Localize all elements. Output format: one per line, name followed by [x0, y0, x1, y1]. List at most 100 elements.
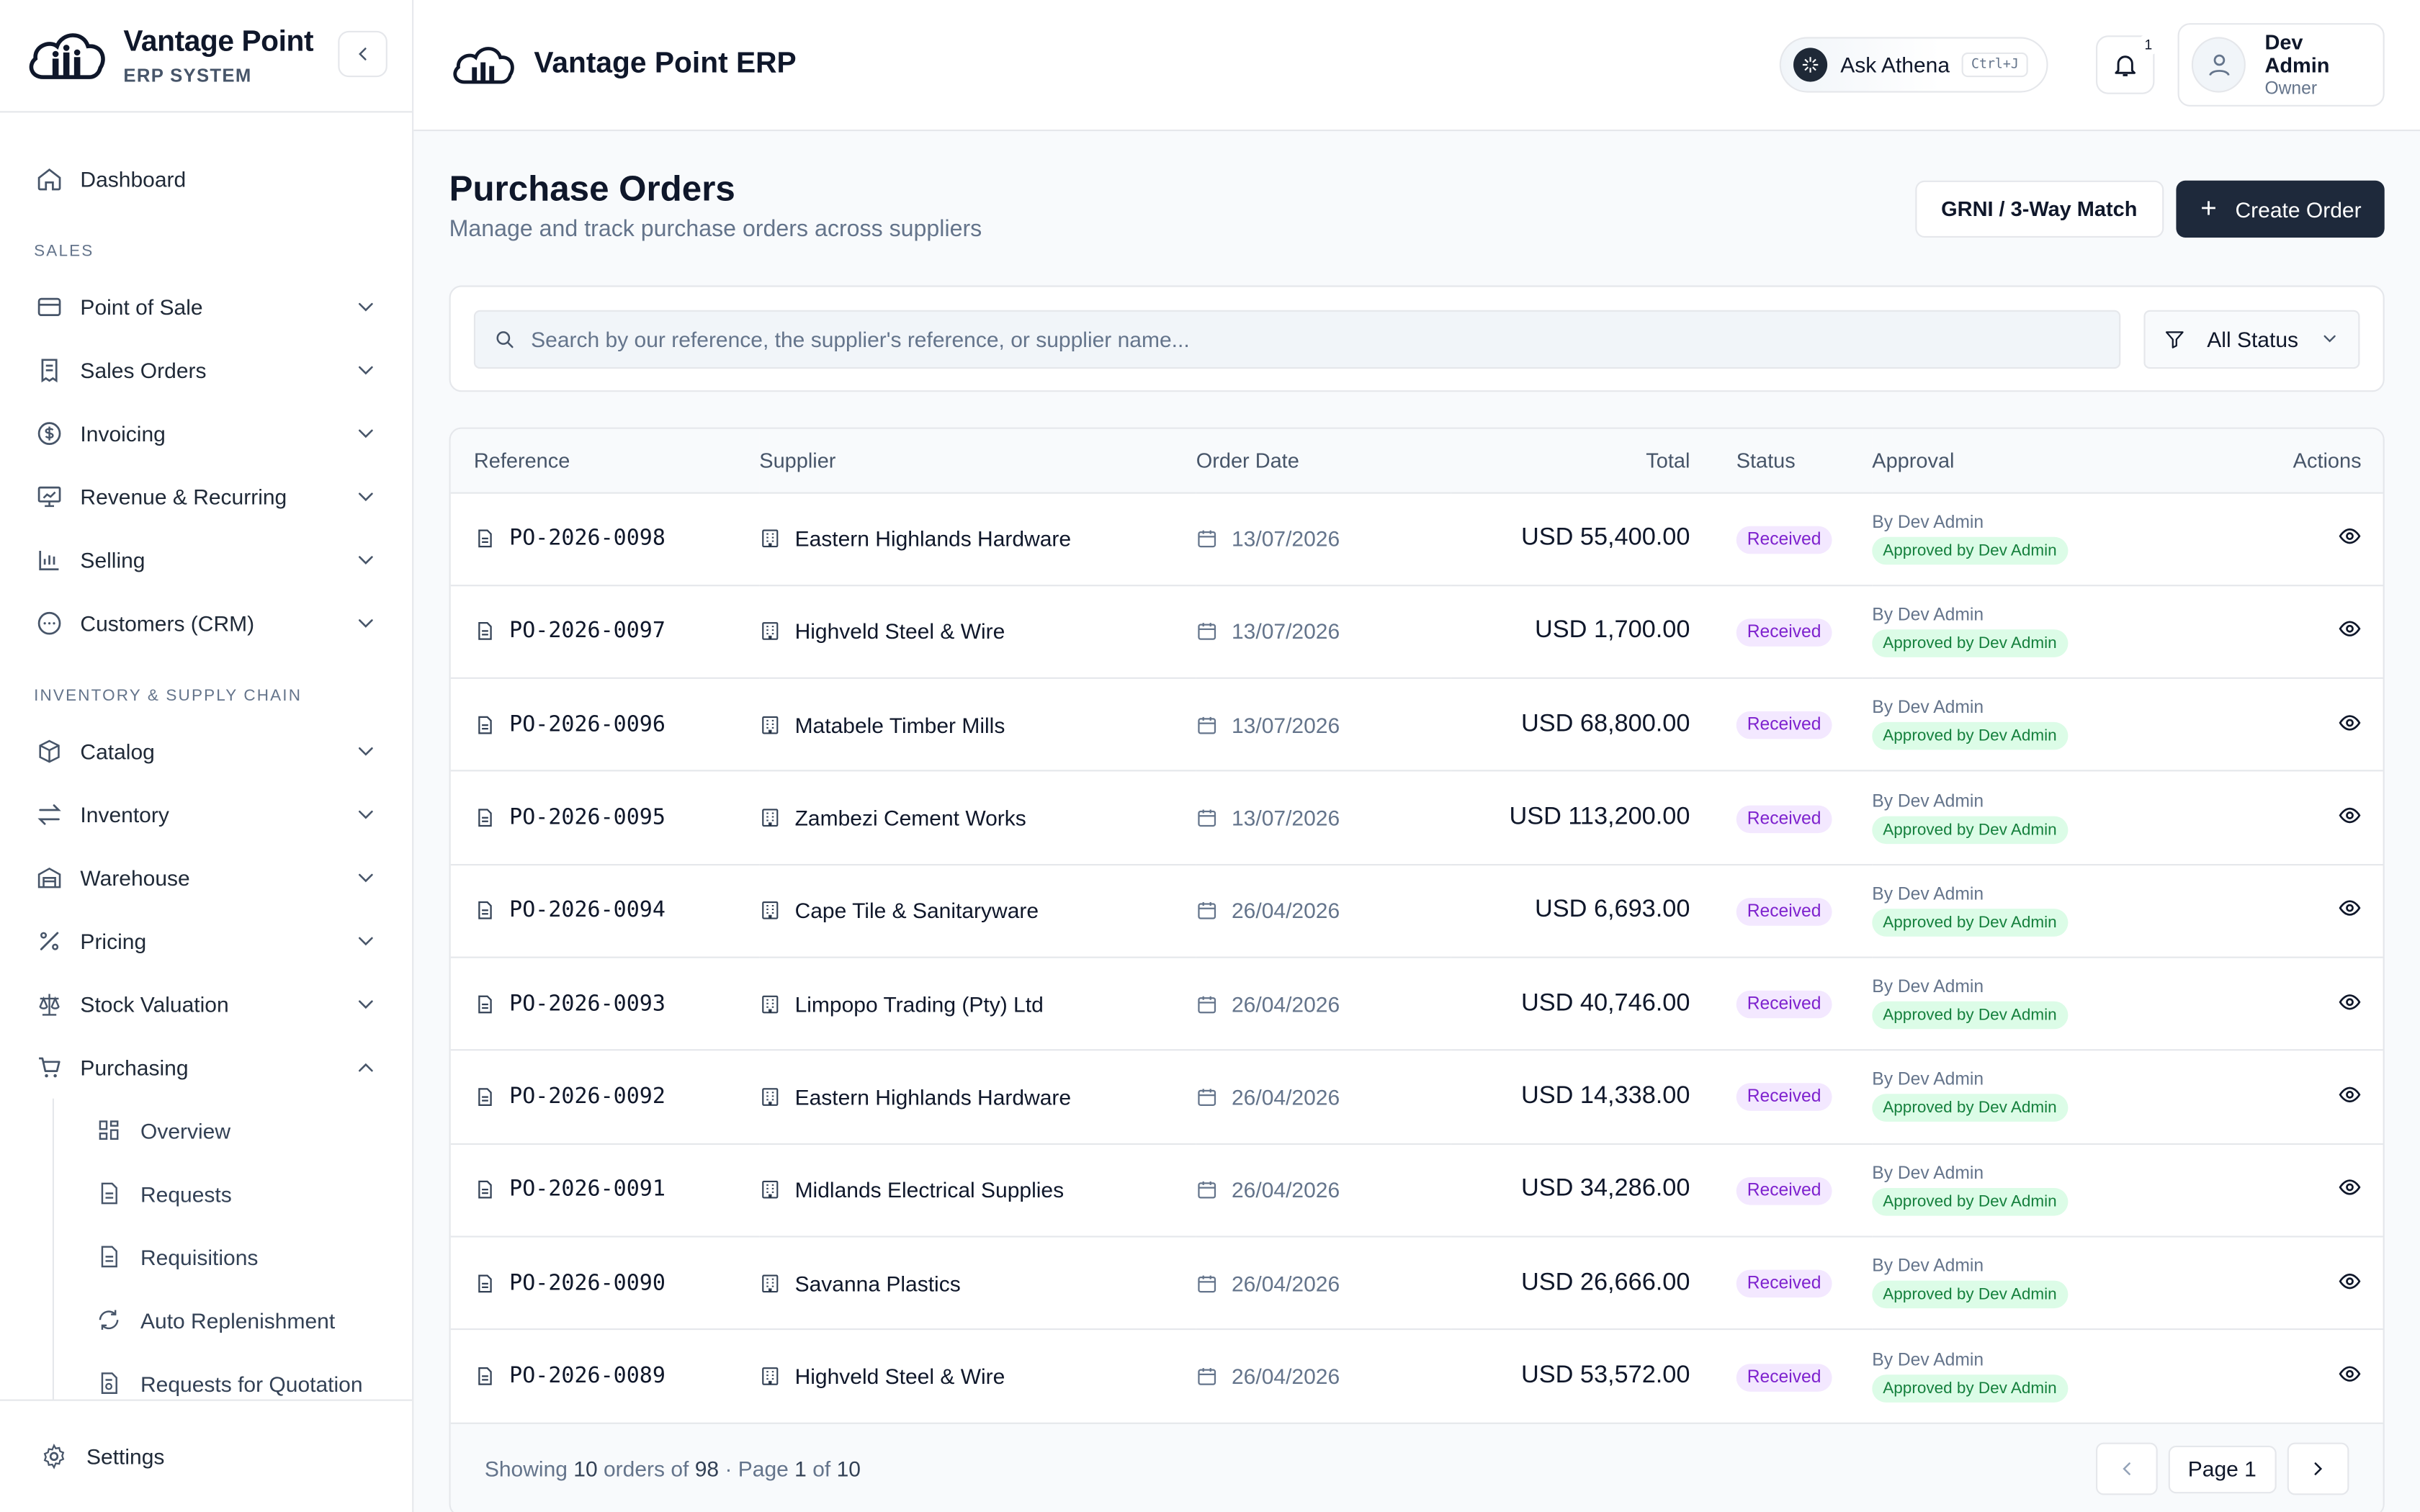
document-icon [96, 1179, 124, 1207]
next-page-button[interactable] [2287, 1443, 2349, 1496]
approval-requested-by: By Dev Admin [1872, 606, 1984, 625]
column-header-status[interactable]: Status [1690, 428, 1873, 493]
grni-match-button[interactable]: GRNI / 3-Way Match [1914, 180, 2164, 238]
cell-reference: PO-2026-0089 [451, 1329, 760, 1422]
column-header-order-date[interactable]: Order Date [1196, 428, 1451, 493]
sidebar-item-dashboard[interactable]: Dashboard [0, 147, 412, 210]
po-reference[interactable]: PO-2026-0092 [509, 1084, 666, 1109]
cell-total: USD 53,572.00 [1451, 1329, 1690, 1422]
table-header-row: Reference Supplier Order Date Total Stat… [450, 428, 2383, 493]
table-row[interactable]: PO-2026-0097 Highveld Steel & Wire 13/07/2… [450, 585, 2383, 680]
po-reference[interactable]: PO-2026-0098 [509, 526, 666, 551]
view-eye-icon[interactable] [2338, 804, 2361, 827]
po-reference[interactable]: PO-2026-0097 [509, 619, 666, 644]
view-eye-icon[interactable] [2338, 990, 2361, 1013]
sidebar-item-warehouse[interactable]: Warehouse [0, 845, 412, 909]
po-reference[interactable]: PO-2026-0089 [509, 1364, 666, 1388]
view-eye-icon[interactable] [2338, 618, 2361, 641]
search-box[interactable] [473, 309, 2121, 369]
shortcut-hint: Ctrl+J [1962, 52, 2028, 78]
table-row[interactable]: PO-2026-0092 Eastern Highlands Hardware 26… [450, 1050, 2383, 1145]
building-icon [759, 1086, 781, 1107]
percent-icon [34, 925, 65, 956]
cell-status: Received [1690, 1236, 1873, 1331]
sidebar-item-point-of-sale[interactable]: Point of Sale [0, 274, 412, 338]
sidebar-item-settings[interactable]: Settings [0, 1399, 413, 1512]
page-header: Purchase Orders Manage and track purchas… [449, 131, 2385, 285]
sidebar-item-catalog[interactable]: Catalog [0, 719, 412, 783]
previous-page-button[interactable] [2095, 1443, 2157, 1496]
table-row[interactable]: PO-2026-0091 Midlands Electrical Supplies… [450, 1143, 2383, 1238]
chat-bubble-icon [34, 607, 65, 638]
order-total: USD 14,338.00 [1520, 1083, 1690, 1110]
sidebar-item-sales-orders[interactable]: Sales Orders [0, 338, 412, 401]
cell-order-date: 26/04/2026 [1196, 864, 1451, 958]
po-reference[interactable]: PO-2026-0090 [509, 1271, 666, 1295]
view-eye-icon[interactable] [2338, 1176, 2361, 1199]
collapse-sidebar-button[interactable] [338, 30, 387, 78]
view-eye-icon[interactable] [2338, 1083, 2361, 1106]
table-row[interactable]: PO-2026-0094 Cape Tile & Sanitaryware 26/0… [450, 864, 2383, 958]
column-header-supplier[interactable]: Supplier [759, 428, 1196, 493]
section-label-sales: SALES [34, 242, 94, 261]
sidebar-item-label: Sales Orders [80, 357, 207, 382]
cell-status: Received [1690, 585, 1873, 680]
table-row[interactable]: PO-2026-0093 Limpopo Trading (Pty) Ltd 26/… [450, 957, 2383, 1051]
status-filter-select[interactable]: All Status [2143, 309, 2360, 369]
create-order-button[interactable]: + Create Order [2175, 180, 2385, 238]
view-eye-icon[interactable] [2338, 1362, 2361, 1385]
table-row[interactable]: PO-2026-0096 Matabele Timber Mills 13/07/2… [450, 678, 2383, 773]
ask-athena-button[interactable]: Ask Athena Ctrl+J [1780, 37, 2048, 93]
search-input[interactable] [531, 326, 2101, 351]
cell-order-date: 26/04/2026 [1196, 1329, 1451, 1422]
sidebar-subitem-requests[interactable]: Requests [54, 1162, 412, 1225]
shown-count: 10 [573, 1457, 598, 1482]
sidebar-item-stock-valuation[interactable]: Stock Valuation [0, 972, 412, 1035]
chevron-up-icon [358, 1062, 373, 1071]
cell-order-date: 13/07/2026 [1196, 492, 1451, 586]
view-eye-icon[interactable] [2338, 525, 2361, 548]
po-reference[interactable]: PO-2026-0093 [509, 991, 666, 1016]
view-eye-icon[interactable] [2338, 711, 2361, 734]
table-row[interactable]: PO-2026-0098 Eastern Highlands Hardware 13… [450, 492, 2383, 586]
sidebar-item-inventory[interactable]: Inventory [0, 782, 412, 845]
order-total: USD 34,286.00 [1520, 1176, 1690, 1202]
notifications-button[interactable]: 1 [2096, 34, 2159, 94]
document-icon [474, 993, 496, 1014]
sidebar-item-label: Pricing [80, 927, 147, 953]
table-row[interactable]: PO-2026-0089 Highveld Steel & Wire 26/04/2… [451, 1329, 2383, 1422]
order-date: 26/04/2026 [1232, 1270, 1340, 1295]
sidebar-item-purchasing[interactable]: Purchasing [0, 1035, 412, 1099]
sidebar-item-customers-crm[interactable]: Customers (CRM) [0, 591, 412, 654]
approval-requested-by: By Dev Admin [1872, 978, 1984, 997]
column-header-reference[interactable]: Reference [450, 428, 760, 493]
order-total: USD 55,400.00 [1520, 524, 1690, 552]
sidebar-item-selling[interactable]: Selling [0, 528, 412, 591]
po-reference[interactable]: PO-2026-0095 [509, 806, 666, 830]
sidebar-item-pricing[interactable]: Pricing [0, 909, 412, 972]
user-menu[interactable]: Dev Admin Owner [2177, 23, 2385, 107]
po-reference[interactable]: PO-2026-0096 [509, 712, 666, 737]
po-reference[interactable]: PO-2026-0091 [509, 1177, 666, 1202]
page-subtitle: Manage and track purchase orders across … [449, 216, 982, 243]
po-reference[interactable]: PO-2026-0094 [509, 899, 666, 923]
cell-total: USD 1,700.00 [1451, 585, 1690, 680]
order-date: 26/04/2026 [1232, 991, 1340, 1017]
box-icon [34, 735, 65, 766]
view-eye-icon[interactable] [2338, 897, 2361, 920]
sidebar-subitem-overview[interactable]: Overview [54, 1099, 412, 1162]
table-row[interactable]: PO-2026-0095 Zambezi Cement Works 13/07/20… [450, 771, 2383, 865]
sidebar-subitem-auto-replenishment[interactable]: Auto Replenishment [54, 1288, 412, 1351]
column-header-approval[interactable]: Approval [1872, 428, 2204, 493]
notification-count-badge: 1 [2137, 34, 2159, 56]
order-total: USD 40,746.00 [1520, 989, 1690, 1017]
order-date: 26/04/2026 [1232, 898, 1340, 924]
sidebar-item-invoicing[interactable]: Invoicing [0, 401, 412, 464]
sidebar-item-revenue-recurring[interactable]: Revenue & Recurring [0, 464, 412, 528]
approval-badge: Approved by Dev Admin [1872, 1374, 2068, 1402]
table-row[interactable]: PO-2026-0090 Savanna Plastics 26/04/2026 US… [450, 1236, 2383, 1331]
order-date: 26/04/2026 [1232, 1084, 1340, 1110]
sidebar-subitem-requisitions[interactable]: Requisitions [54, 1225, 412, 1288]
column-header-total[interactable]: Total [1451, 428, 1690, 493]
view-eye-icon[interactable] [2338, 1269, 2361, 1292]
